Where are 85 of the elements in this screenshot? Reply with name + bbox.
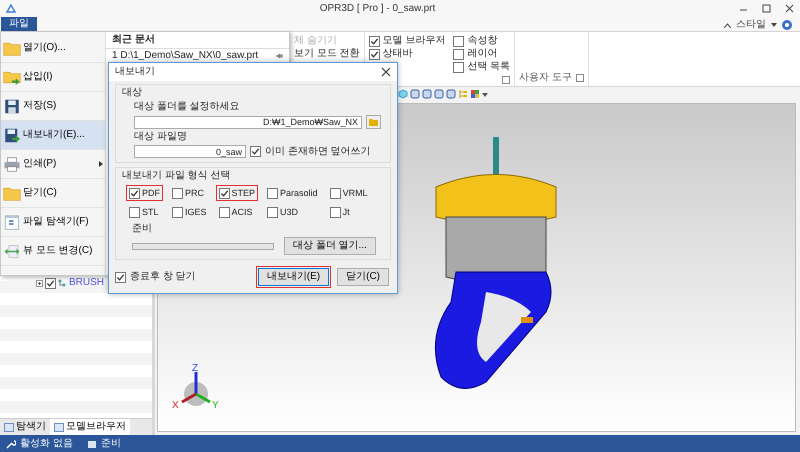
expand-icon[interactable] bbox=[36, 280, 43, 286]
group-title: 대상 bbox=[122, 87, 143, 99]
checkbox[interactable] bbox=[453, 36, 464, 46]
status-text: 활성화 없음 bbox=[20, 438, 73, 450]
app-logo-icon bbox=[6, 4, 16, 13]
panel-icon bbox=[54, 422, 64, 432]
panel-icon bbox=[4, 422, 14, 432]
option-label: 속성창 bbox=[467, 35, 498, 47]
checkbox[interactable] bbox=[368, 36, 380, 46]
format-label: Jt bbox=[342, 206, 350, 218]
menu-item[interactable]: 인쇄(P) bbox=[1, 150, 105, 179]
group-launcher-icon[interactable] bbox=[502, 76, 510, 84]
maximize-icon[interactable] bbox=[762, 4, 771, 13]
format-label: IGES bbox=[185, 206, 207, 218]
folder-icon bbox=[369, 118, 378, 126]
menu-item[interactable]: 삽입(I) bbox=[1, 63, 105, 92]
checkbox[interactable] bbox=[129, 206, 140, 218]
format-label: VRML bbox=[342, 187, 368, 199]
axis-label: X bbox=[172, 400, 179, 411]
assembly-icon bbox=[58, 278, 67, 288]
help-icon[interactable] bbox=[782, 20, 792, 30]
file-tab[interactable]: 파일 bbox=[1, 17, 37, 31]
checkbox[interactable] bbox=[172, 188, 183, 198]
folder-path-field[interactable]: D:₩1_Demo₩Saw_NX bbox=[134, 116, 362, 128]
cube-icon[interactable] bbox=[398, 89, 408, 99]
format-label: STEP bbox=[232, 187, 256, 199]
checkbox[interactable] bbox=[267, 188, 278, 198]
panel-tab[interactable]: 탐색기 bbox=[0, 419, 50, 435]
window-title: OPR3D [ Pro ] - 0_saw.prt bbox=[318, 2, 436, 14]
checkbox[interactable] bbox=[129, 188, 140, 198]
menu-item[interactable]: 내보내기(E)... bbox=[1, 121, 105, 150]
tree-item-label[interactable]: BRUSH bbox=[69, 277, 104, 289]
format-label: PDF bbox=[142, 187, 160, 199]
checkbox-label: 이미 존재하면 덮어쓰기 bbox=[265, 146, 371, 158]
dialog-button[interactable]: 닫기(C) bbox=[337, 268, 389, 286]
checkbox[interactable] bbox=[267, 206, 278, 218]
dialog-button[interactable]: 내보내기(E) bbox=[258, 268, 330, 286]
menu-item[interactable]: 뷰 모드 변경(C) bbox=[1, 237, 105, 266]
tree-checkbox[interactable] bbox=[45, 278, 56, 288]
wrench-icon bbox=[6, 438, 16, 448]
pin-icon[interactable] bbox=[275, 52, 283, 60]
checkbox[interactable] bbox=[453, 48, 464, 60]
checkbox[interactable] bbox=[250, 146, 261, 157]
submenu-arrow-icon bbox=[99, 161, 103, 167]
checkbox[interactable] bbox=[368, 48, 380, 60]
close-icon[interactable] bbox=[381, 67, 391, 77]
checkbox[interactable] bbox=[218, 206, 230, 218]
format-label: STL bbox=[142, 206, 159, 218]
axis-label: Z bbox=[192, 363, 198, 374]
option-label: 모델 브라우저 bbox=[382, 35, 446, 47]
option-label: 선택 목록 bbox=[467, 61, 510, 73]
file-name-field[interactable]: 0_saw bbox=[134, 145, 246, 158]
group-launcher-icon[interactable] bbox=[576, 74, 584, 82]
format-label: Parasolid bbox=[280, 187, 318, 199]
checkbox[interactable] bbox=[330, 206, 341, 218]
format-label: ACIS bbox=[232, 206, 253, 218]
dropdown-caret-icon[interactable] bbox=[771, 23, 777, 27]
panel-tab[interactable]: 모델브라우저 bbox=[50, 419, 130, 435]
menu-item[interactable]: 열기(O)... bbox=[1, 34, 105, 63]
group-label: 사용자 도구 bbox=[519, 72, 572, 84]
axis-label: Y bbox=[212, 400, 219, 411]
close-icon[interactable] bbox=[785, 4, 794, 13]
floppy-disk-arrow-icon bbox=[3, 126, 21, 144]
checkbox[interactable] bbox=[453, 62, 464, 72]
color-grid-icon[interactable] bbox=[470, 89, 480, 99]
ribbon-command[interactable]: 보기 모드 전환 bbox=[294, 48, 360, 60]
recent-document[interactable]: 1 D:\1_Demo\Saw_NX\0_saw.prt bbox=[112, 50, 258, 62]
dropdown-caret-icon[interactable] bbox=[482, 91, 488, 97]
open-folder-button[interactable]: 대상 폴더 열기... bbox=[284, 237, 376, 255]
progress-label: 준비 bbox=[131, 223, 153, 235]
menu-item[interactable]: 닫기(C) bbox=[1, 179, 105, 208]
checkbox[interactable] bbox=[218, 188, 230, 198]
option-label: 상태바 bbox=[382, 48, 413, 60]
status-text: 준비 bbox=[100, 438, 121, 450]
checkbox[interactable] bbox=[172, 206, 183, 218]
recent-documents-heading: 최근 문서 bbox=[106, 32, 289, 49]
collapse-ribbon-icon[interactable] bbox=[724, 22, 731, 28]
style-menu[interactable]: 스타일 bbox=[736, 19, 766, 31]
dialog-title: 내보내기 bbox=[115, 66, 155, 78]
option-label: 레이어 bbox=[467, 48, 498, 60]
format-label: PRC bbox=[185, 187, 204, 199]
format-label: U3D bbox=[280, 206, 298, 218]
menu-item[interactable]: 파일 탐색기(F) bbox=[1, 208, 105, 237]
checkbox[interactable] bbox=[330, 188, 341, 198]
checkbox[interactable] bbox=[115, 272, 126, 282]
